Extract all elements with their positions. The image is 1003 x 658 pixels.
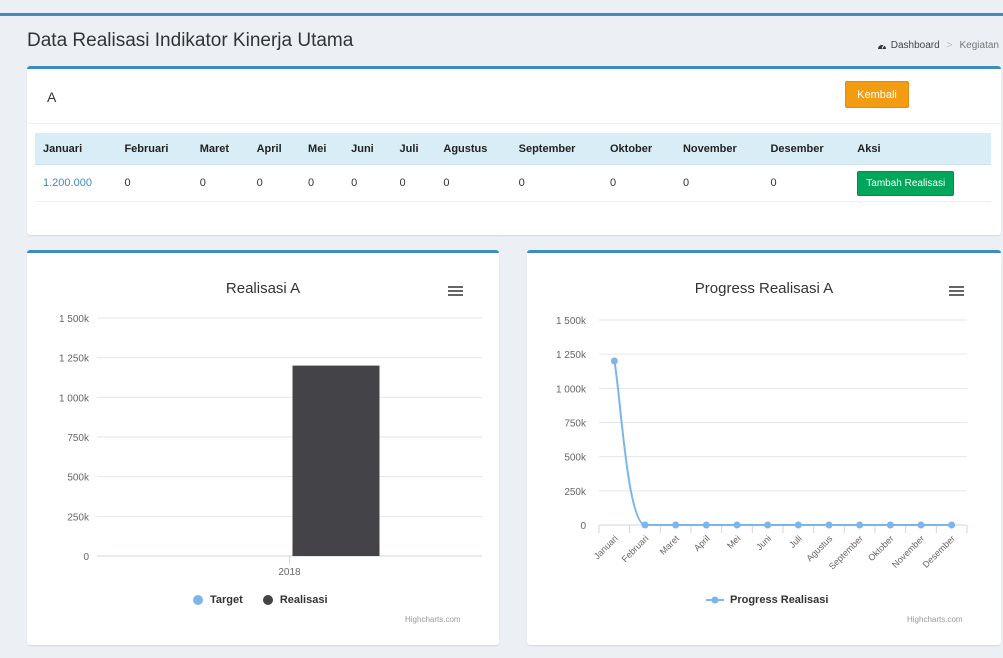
data-point [702,521,710,529]
column-header: Aksi [849,133,991,165]
data-point [948,521,956,529]
chart-credit[interactable]: Highcharts.com [405,615,461,624]
realisasi-chart-box: Realisasi A 0 250k 500k 750k 1 000k 1 250k 1 5… [27,250,499,645]
data-point [886,521,894,529]
y-tick-label: 750k [564,419,587,430]
column-header: Juli [391,133,436,165]
x-tick-label: Januari [592,533,620,561]
table-header-row: Januari Februari Maret April Mei Juni Ju… [35,133,991,165]
back-button[interactable]: Kembali [845,81,909,108]
data-point [825,521,833,529]
table-cell: 0 [391,164,436,202]
table-cell: 0 [248,164,301,202]
chart-legend: Progress Realisasi [706,594,848,606]
x-tick-label: Desember [921,533,957,569]
data-point [794,521,802,529]
data-point [764,521,772,529]
breadcrumb: Dashboard > Kegiatan [877,40,999,51]
legend-label: Progress Realisasi [730,594,829,606]
table-row: 1.200.000 0 0 0 0 0 0 0 0 0 0 0 Tambah R… [35,164,991,202]
legend-symbol-target [193,595,203,605]
x-tick-label: Mei [725,533,742,550]
y-tick-label: 1 250k [556,350,587,361]
series-line-progress [613,360,952,526]
box-divider [27,123,1001,124]
y-tick-label: 0 [580,521,586,532]
data-point [641,521,649,529]
indicator-box: A Kembali Januari Februari Maret April M… [27,66,1001,235]
legend-item-progress[interactable]: Progress Realisasi [706,594,828,606]
y-tick-label: 1 000k [556,384,587,395]
chart-credit[interactable]: Highcharts.com [907,615,963,624]
x-tick-label: Februari [620,533,651,564]
table-cell-action: Tambah Realisasi [849,164,991,202]
chart-legend: Target Realisasi [193,594,348,606]
table-cell: 0 [435,164,511,202]
table-cell: 0 [343,164,392,202]
y-tick-label: 1 500k [59,314,90,325]
bar-realisasi [292,365,380,556]
y-tick-label: 500k [564,453,587,464]
progress-line-chart: 0 250k 500k 750k 1 000k 1 250k 1 500k Januari Fe… [556,316,968,572]
indicator-name: A [47,89,57,105]
table-cell-januari[interactable]: 1.200.000 [35,164,117,202]
column-header: Juni [343,133,392,165]
table-cell: 0 [510,164,602,202]
table-cell: 0 [116,164,192,202]
data-point [610,357,618,365]
y-tick-label: 1 250k [59,354,90,365]
column-header: Februari [116,133,192,165]
y-tick-label: 500k [67,473,90,484]
y-tick-label: 1 500k [556,316,587,327]
table-cell: 0 [601,164,675,202]
x-tick-label: Juni [754,533,773,552]
legend-label: Realisasi [279,594,328,606]
y-tick-label: 750k [67,433,90,444]
add-realisasi-button[interactable]: Tambah Realisasi [857,170,955,196]
dashboard-icon [877,44,886,49]
progress-chart-box: Progress Realisasi A 0 250k 500k 750k 1 000k… [527,250,1001,645]
x-tick-label: 2018 [278,567,301,578]
column-header: Agustus [435,133,511,165]
y-tick-label: 0 [83,552,89,563]
realisasi-table: Januari Februari Maret April Mei Juni Ju… [35,133,991,202]
column-header: Oktober [601,133,675,165]
table-cell: 0 [191,164,249,202]
column-header: Desember [762,133,850,165]
x-tick-label: Agustus [804,533,834,563]
legend-item-realisasi[interactable]: Realisasi [262,594,328,606]
x-tick-label: Maret [658,533,682,557]
column-header: Mei [300,133,344,165]
table-cell: 0 [762,164,850,202]
legend-symbol-progress [706,596,724,604]
column-header: November [674,133,763,165]
data-point [856,521,864,529]
breadcrumb-dashboard-link[interactable]: Dashboard [891,40,940,51]
data-point [672,521,680,529]
column-header: Januari [35,133,117,165]
x-tick-label: Juli [787,533,804,550]
breadcrumb-separator: > [946,40,953,51]
legend-symbol-realisasi [262,595,273,605]
column-header: Maret [191,133,249,165]
table-cell: 0 [300,164,344,202]
y-tick-label: 250k [67,512,90,523]
x-tick-label: April [692,533,712,553]
data-point [733,521,741,529]
y-tick-label: 250k [564,487,587,498]
breadcrumb-current: Kegiatan [959,40,999,51]
column-header: April [248,133,301,165]
column-header: September [510,133,602,165]
legend-label: Target [210,594,243,606]
realisasi-bar-chart: 0 250k 500k 750k 1 000k 1 250k 1 500k 2018 [59,314,482,578]
page-title: Data Realisasi Indikator Kinerja Utama [27,30,354,51]
x-tick-label: Oktober [866,533,896,563]
table-cell: 0 [674,164,763,202]
data-point [917,521,925,529]
y-tick-label: 1 000k [59,393,90,404]
legend-item-target[interactable]: Target [193,594,243,606]
